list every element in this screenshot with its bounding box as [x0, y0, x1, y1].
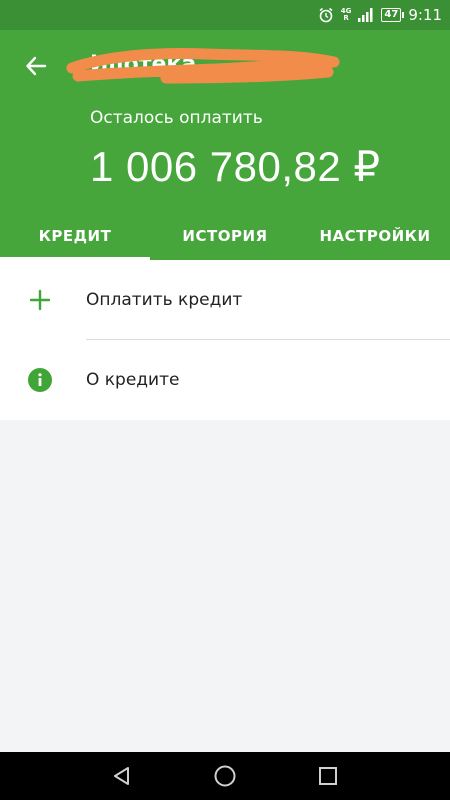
square-recents-icon	[319, 767, 338, 785]
remaining-label: Осталось оплатить	[90, 108, 263, 128]
alarm-icon	[319, 7, 333, 23]
tab-bar: КРЕДИТ ИСТОРИЯ НАСТРОЙКИ	[0, 212, 450, 260]
circle-home-icon	[214, 765, 236, 787]
battery-indicator: 47	[381, 8, 405, 22]
network-indicator: 4G R	[341, 8, 352, 22]
nav-home-button[interactable]	[205, 756, 245, 796]
plus-icon	[28, 288, 52, 312]
system-nav-bar	[0, 752, 450, 800]
back-button[interactable]	[20, 50, 52, 82]
redaction-scribble	[66, 48, 340, 84]
signal-icon	[358, 8, 373, 22]
status-time: 9:11	[408, 6, 442, 24]
tab-history[interactable]: ИСТОРИЯ	[150, 212, 300, 260]
tab-credit[interactable]: КРЕДИТ	[0, 212, 150, 260]
credit-actions-list: Оплатить кредит О кредите	[0, 260, 450, 420]
tab-settings[interactable]: НАСТРОЙКИ	[300, 212, 450, 260]
triangle-back-icon	[113, 767, 129, 785]
account-header: Ипотека Осталось оплатить 1 006 780,82 ₽…	[0, 30, 450, 260]
network-roaming: R	[343, 14, 349, 22]
nav-back-button[interactable]	[102, 756, 142, 796]
arrow-left-icon	[26, 56, 47, 76]
nav-recents-button[interactable]	[308, 756, 348, 796]
status-bar: 4G R 47 9:11	[0, 0, 450, 30]
list-item-about-credit[interactable]: О кредите	[0, 340, 450, 420]
pay-credit-label: Оплатить кредит	[86, 290, 243, 310]
info-icon	[28, 368, 52, 392]
about-credit-label: О кредите	[86, 370, 180, 390]
remaining-amount: 1 006 780,82 ₽	[90, 143, 381, 190]
list-item-pay-credit[interactable]: Оплатить кредит	[0, 260, 450, 340]
